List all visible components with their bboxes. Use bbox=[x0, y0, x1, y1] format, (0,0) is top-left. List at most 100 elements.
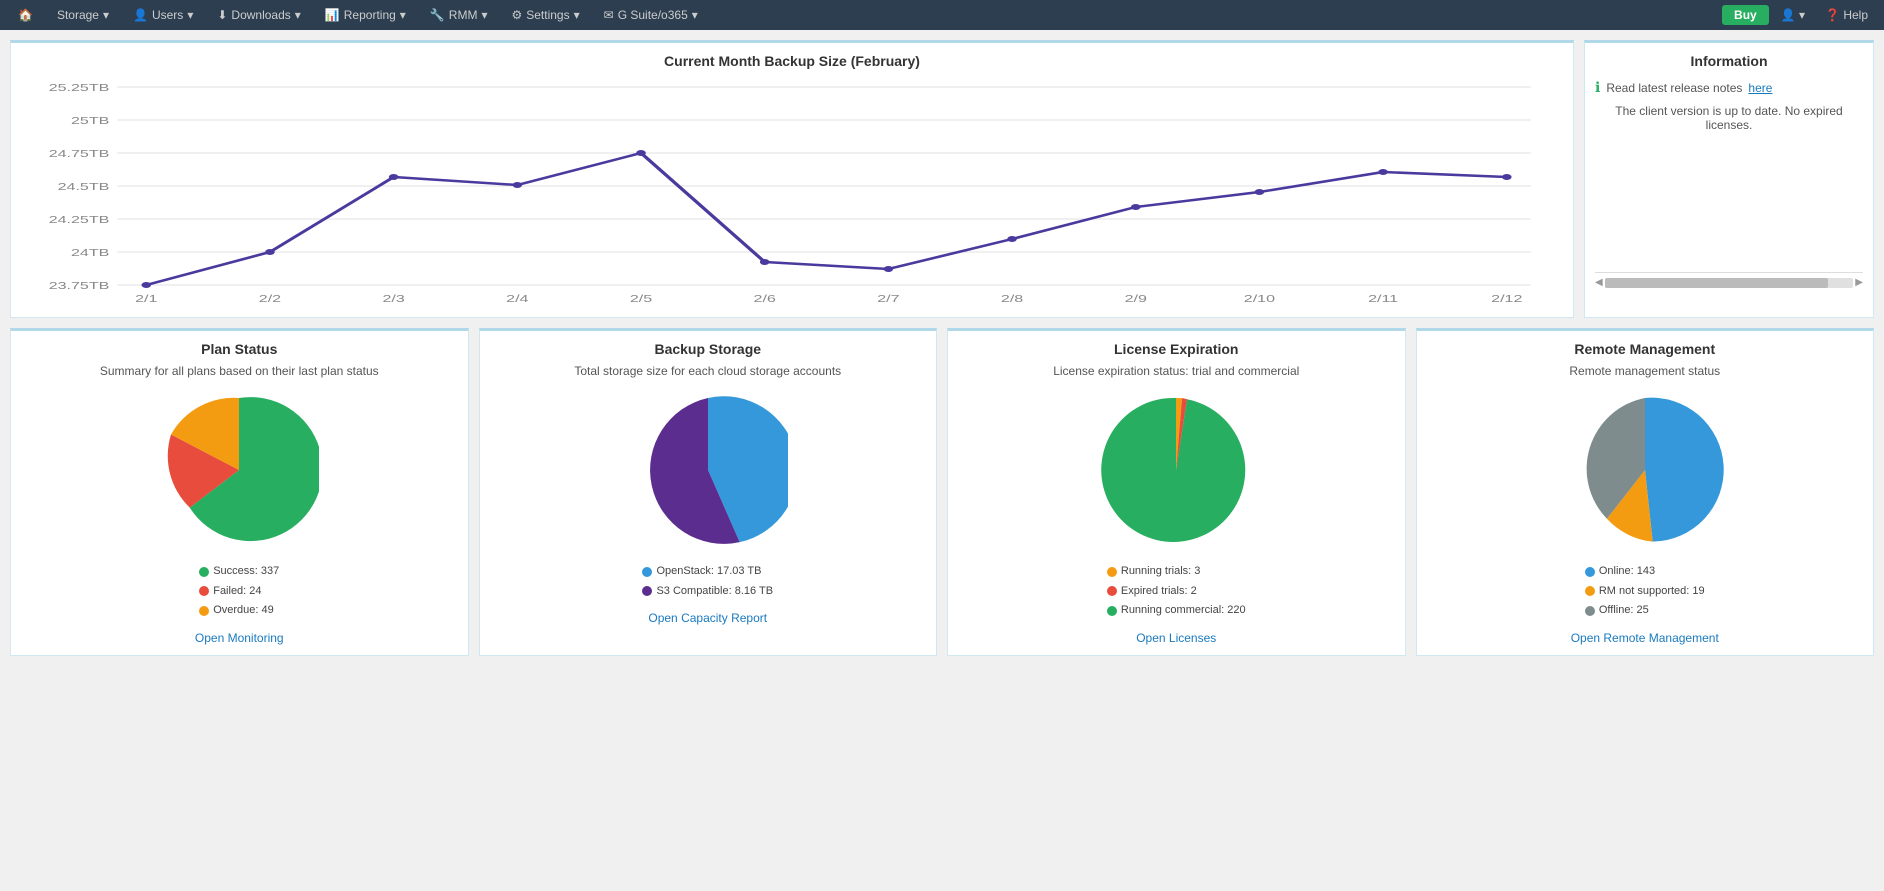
open-licenses-link[interactable]: Open Licenses bbox=[1136, 631, 1216, 645]
backup-chart-panel: Current Month Backup Size (February) 25.… bbox=[10, 40, 1574, 318]
scroll-thumb bbox=[1605, 278, 1829, 288]
backup-storage-legend: OpenStack: 17.03 TB S3 Compatible: 8.16 … bbox=[642, 562, 773, 602]
legend-item-success: Success: 337 bbox=[199, 562, 279, 582]
main-content: Current Month Backup Size (February) 25.… bbox=[0, 30, 1884, 666]
svg-text:2/6: 2/6 bbox=[754, 293, 776, 304]
navbar: 🏠 Storage ▾ 👤 Users ▾ ⬇ Downloads ▾ 📊 Re… bbox=[0, 0, 1884, 30]
svg-text:2/12: 2/12 bbox=[1491, 293, 1522, 304]
info-scrollbar: ◀ ▶ bbox=[1595, 272, 1863, 288]
gsuite-icon: ✉ bbox=[604, 8, 614, 22]
remote-management-pie bbox=[1565, 390, 1725, 550]
plan-status-legend: Success: 337 Failed: 24 Overdue: 49 bbox=[199, 562, 279, 621]
remote-management-legend: Online: 143 RM not supported: 19 Offline… bbox=[1585, 562, 1705, 621]
legend-item-s3: S3 Compatible: 8.16 TB bbox=[642, 582, 773, 602]
svg-text:2/3: 2/3 bbox=[382, 293, 404, 304]
expired-trials-dot bbox=[1107, 586, 1117, 596]
rmm-icon: 🔧 bbox=[430, 8, 445, 22]
svg-text:25.25TB: 25.25TB bbox=[49, 82, 110, 93]
running-trials-dot bbox=[1107, 567, 1117, 577]
svg-text:2/2: 2/2 bbox=[259, 293, 281, 304]
remote-management-card: Remote Management Remote management stat… bbox=[1416, 328, 1875, 656]
svg-text:24.25TB: 24.25TB bbox=[49, 214, 110, 225]
downloads-icon: ⬇ bbox=[217, 8, 227, 22]
backup-storage-subtitle: Total storage size for each cloud storag… bbox=[574, 363, 841, 380]
open-monitoring-link[interactable]: Open Monitoring bbox=[195, 631, 284, 645]
scroll-left-arrow[interactable]: ◀ bbox=[1595, 277, 1603, 288]
nav-gsuite[interactable]: ✉ G Suite/o365 ▾ bbox=[594, 4, 708, 26]
svg-text:24TB: 24TB bbox=[71, 247, 109, 258]
scroll-right-arrow[interactable]: ▶ bbox=[1855, 277, 1863, 288]
users-icon: 👤 bbox=[133, 8, 148, 22]
svg-text:23.75TB: 23.75TB bbox=[49, 280, 110, 291]
info-panel: Information ℹ Read latest release notes … bbox=[1584, 40, 1874, 318]
svg-text:24.75TB: 24.75TB bbox=[49, 148, 110, 159]
release-link[interactable]: here bbox=[1748, 81, 1772, 95]
plan-status-pie bbox=[159, 390, 319, 550]
nav-storage[interactable]: Storage ▾ bbox=[47, 4, 119, 26]
plan-status-svg bbox=[159, 390, 319, 550]
nav-downloads[interactable]: ⬇ Downloads ▾ bbox=[207, 4, 310, 26]
svg-text:2/1: 2/1 bbox=[135, 293, 157, 304]
svg-text:25TB: 25TB bbox=[71, 115, 109, 126]
license-expiration-legend: Running trials: 3 Expired trials: 2 Runn… bbox=[1107, 562, 1246, 621]
running-commercial-dot bbox=[1107, 606, 1117, 616]
legend-item-online: Online: 143 bbox=[1585, 562, 1705, 582]
offline-dot bbox=[1585, 606, 1595, 616]
success-dot bbox=[199, 567, 209, 577]
openstack-dot bbox=[642, 567, 652, 577]
remote-management-svg bbox=[1565, 390, 1725, 550]
backup-storage-pie bbox=[628, 390, 788, 550]
plan-status-card: Plan Status Summary for all plans based … bbox=[10, 328, 469, 656]
legend-item-running-trials: Running trials: 3 bbox=[1107, 562, 1246, 582]
legend-item-rm-not-supported: RM not supported: 19 bbox=[1585, 582, 1705, 602]
svg-text:2/5: 2/5 bbox=[630, 293, 652, 304]
info-release-line: ℹ Read latest release notes here bbox=[1595, 79, 1863, 96]
open-capacity-link[interactable]: Open Capacity Report bbox=[648, 611, 767, 625]
line-chart-svg: 25.25TB 25TB 24.75TB 24.5TB 24.25TB 24TB… bbox=[21, 77, 1563, 307]
legend-item-openstack: OpenStack: 17.03 TB bbox=[642, 562, 773, 582]
svg-text:2/8: 2/8 bbox=[1001, 293, 1023, 304]
license-expiration-title: License Expiration bbox=[1114, 341, 1238, 357]
backup-storage-card: Backup Storage Total storage size for ea… bbox=[479, 328, 938, 656]
license-expiration-subtitle: License expiration status: trial and com… bbox=[1053, 363, 1299, 380]
buy-button[interactable]: Buy bbox=[1722, 5, 1769, 25]
legend-item-overdue: Overdue: 49 bbox=[199, 601, 279, 621]
rm-not-supported-dot bbox=[1585, 586, 1595, 596]
legend-item-offline: Offline: 25 bbox=[1585, 601, 1705, 621]
open-remote-management-link[interactable]: Open Remote Management bbox=[1571, 631, 1719, 645]
nav-rmm[interactable]: 🔧 RMM ▾ bbox=[420, 4, 498, 26]
svg-text:24.5TB: 24.5TB bbox=[58, 181, 110, 192]
nav-home-icon[interactable]: 🏠 bbox=[8, 4, 43, 26]
remote-management-title: Remote Management bbox=[1574, 341, 1715, 357]
bottom-row: Plan Status Summary for all plans based … bbox=[10, 328, 1874, 656]
license-expiration-pie bbox=[1096, 390, 1256, 550]
user-menu[interactable]: 👤 ▾ bbox=[1773, 4, 1813, 26]
nav-settings[interactable]: ⚙ Settings ▾ bbox=[501, 4, 589, 26]
info-title: Information bbox=[1595, 53, 1863, 69]
help-button[interactable]: ❓ Help bbox=[1817, 4, 1876, 26]
backup-storage-svg bbox=[628, 390, 788, 550]
scroll-track[interactable] bbox=[1605, 278, 1854, 288]
top-row: Current Month Backup Size (February) 25.… bbox=[10, 40, 1874, 318]
nav-users[interactable]: 👤 Users ▾ bbox=[123, 4, 203, 26]
license-expiration-svg bbox=[1096, 390, 1256, 550]
s3-dot bbox=[642, 586, 652, 596]
backup-storage-title: Backup Storage bbox=[654, 341, 761, 357]
nav-reporting[interactable]: 📊 Reporting ▾ bbox=[315, 4, 416, 26]
info-status: The client version is up to date. No exp… bbox=[1595, 104, 1863, 132]
online-dot bbox=[1585, 567, 1595, 577]
failed-dot bbox=[199, 586, 209, 596]
svg-text:2/9: 2/9 bbox=[1125, 293, 1147, 304]
settings-icon: ⚙ bbox=[511, 8, 522, 22]
info-icon: ℹ bbox=[1595, 79, 1600, 96]
chart-title: Current Month Backup Size (February) bbox=[21, 53, 1563, 69]
svg-text:2/4: 2/4 bbox=[506, 293, 529, 304]
remote-management-subtitle: Remote management status bbox=[1569, 363, 1720, 380]
legend-item-failed: Failed: 24 bbox=[199, 582, 279, 602]
svg-text:2/10: 2/10 bbox=[1244, 293, 1275, 304]
license-expiration-card: License Expiration License expiration st… bbox=[947, 328, 1406, 656]
svg-text:2/7: 2/7 bbox=[877, 293, 899, 304]
legend-item-expired-trials: Expired trials: 2 bbox=[1107, 582, 1246, 602]
chart-area: 25.25TB 25TB 24.75TB 24.5TB 24.25TB 24TB… bbox=[21, 77, 1563, 307]
plan-status-title: Plan Status bbox=[201, 341, 277, 357]
